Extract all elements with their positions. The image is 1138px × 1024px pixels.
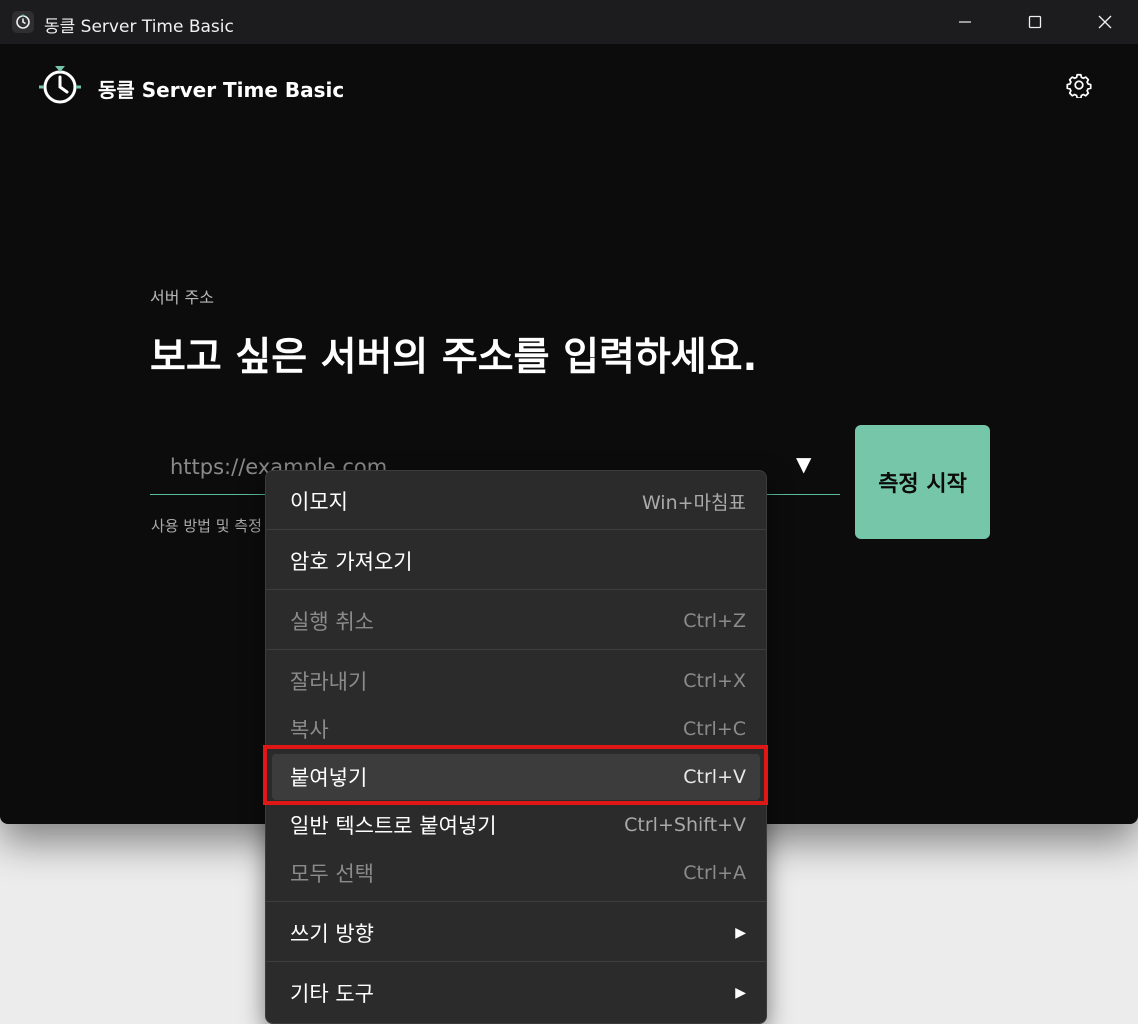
- menu-item-other-tools[interactable]: 기타 도구 ▶: [266, 970, 766, 1016]
- dropdown-triangle-icon[interactable]: ▼: [796, 452, 811, 476]
- app-logo-icon: [38, 63, 82, 107]
- help-link[interactable]: 사용 방법 및 측정: [151, 515, 262, 536]
- window-title: 동클 Server Time Basic: [44, 17, 234, 37]
- app-clock-icon: [12, 11, 34, 33]
- menu-item-shortcut: Ctrl+A: [683, 862, 746, 884]
- server-address-label: 서버 주소: [150, 288, 214, 307]
- highlight-annotation-box: [263, 745, 768, 805]
- menu-item-select-all: 모두 선택 Ctrl+A: [266, 850, 766, 896]
- menu-item-label: 모두 선택: [290, 862, 374, 886]
- menu-item-label: 복사: [290, 718, 329, 742]
- menu-item-writing-direction[interactable]: 쓰기 방향 ▶: [266, 910, 766, 956]
- title-bar: 동클 Server Time Basic: [0, 0, 1138, 44]
- menu-item-shortcut: Ctrl+C: [683, 718, 746, 740]
- minimize-button[interactable]: [930, 0, 1000, 44]
- menu-item-password[interactable]: 암호 가져오기: [266, 538, 766, 584]
- menu-item-shortcut: Ctrl+Shift+V: [624, 814, 746, 836]
- menu-item-label: 잘라내기: [290, 670, 368, 694]
- menu-item-cut: 잘라내기 Ctrl+X: [266, 658, 766, 704]
- gear-icon: [1066, 73, 1092, 98]
- menu-item-label: 기타 도구: [290, 982, 374, 1006]
- submenu-arrow-icon: ▶: [735, 985, 746, 1001]
- menu-item-label: 쓰기 방향: [290, 922, 374, 946]
- maximize-button[interactable]: [1000, 0, 1070, 44]
- menu-item-shortcut: Ctrl+Z: [683, 610, 746, 632]
- close-button[interactable]: [1070, 0, 1138, 44]
- menu-item-shortcut: Ctrl+X: [683, 670, 746, 692]
- maximize-icon: [1028, 15, 1042, 29]
- settings-button[interactable]: [1064, 70, 1094, 100]
- menu-item-label: 실행 취소: [290, 610, 374, 634]
- minimize-icon: [959, 21, 971, 23]
- menu-item-paste-plain[interactable]: 일반 텍스트로 붙여넣기 Ctrl+Shift+V: [266, 802, 766, 848]
- close-icon: [1098, 15, 1112, 29]
- start-measure-button[interactable]: 측정 시작: [855, 425, 990, 539]
- app-title: 동클 Server Time Basic: [98, 78, 345, 102]
- menu-divider: [266, 961, 766, 962]
- menu-item-label: 암호 가져오기: [290, 550, 413, 574]
- menu-item-label: 이모지: [290, 490, 348, 514]
- menu-item-label: 일반 텍스트로 붙여넣기: [290, 814, 497, 838]
- menu-item-emoji[interactable]: 이모지 Win+마침표: [266, 478, 766, 524]
- menu-divider: [266, 589, 766, 590]
- submenu-arrow-icon: ▶: [735, 925, 746, 941]
- page-heading: 보고 싶은 서버의 주소를 입력하세요.: [150, 335, 758, 380]
- menu-item-shortcut: Win+마침표: [641, 491, 746, 514]
- menu-divider: [266, 529, 766, 530]
- menu-item-undo: 실행 취소 Ctrl+Z: [266, 598, 766, 644]
- menu-divider: [266, 901, 766, 902]
- menu-divider: [266, 649, 766, 650]
